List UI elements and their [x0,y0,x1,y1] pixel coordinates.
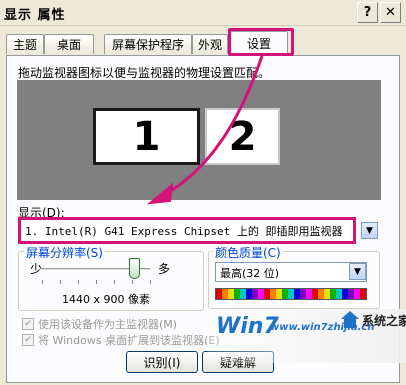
extend-desktop-label: 将 Windows 桌面扩展到该监视器(E) [38,334,220,347]
slider-ticks [42,280,152,285]
resolution-value: 1440 x 900 像素 [62,293,150,306]
primary-monitor-label: 使用该设备作为主监视器(M) [38,318,178,331]
chevron-down-icon: ▼ [366,225,373,236]
primary-monitor-checkbox-row[interactable]: ✔ 使用该设备作为主监视器(M) [22,316,177,332]
display-value: 1. Intel(R) G41 Express Chipset 上的 即插即用监… [25,224,343,238]
tab-themes[interactable]: 主题 [6,34,44,54]
watermark-name: 系统之家 [362,314,406,328]
instruction-text: 拖动监视器图标以便与监视器的物理设置匹配。 [18,66,271,80]
resolution-more-label: 多 [158,262,171,276]
tab-appearance[interactable]: 外观 [192,34,228,54]
color-quality-select[interactable]: 最高(32 位) [215,262,367,282]
color-dropdown-button[interactable]: ▼ [349,263,366,280]
checkbox[interactable]: ✔ [22,334,34,346]
window-title: 显示 属性 [4,8,66,23]
extend-desktop-checkbox-row[interactable]: ✔ 将 Windows 桌面扩展到该监视器(E) [22,332,220,348]
close-button[interactable]: ✕ [380,2,401,23]
resolution-title: 屏幕分辨率(S) [24,244,105,261]
tab-screensaver[interactable]: 屏幕保护程序 [104,34,192,54]
monitor-2[interactable]: 2 [205,108,280,165]
house-logo-icon [341,311,359,328]
display-dropdown-button[interactable]: ▼ [361,222,378,239]
display-select[interactable]: 1. Intel(R) G41 Express Chipset 上的 即插即用监… [18,217,356,244]
tab-highlight-annotation [228,28,294,56]
resolution-slider-thumb[interactable] [129,258,140,279]
chevron-down-icon: ▼ [354,266,361,277]
tab-strip: 主题 桌面 屏幕保护程序 外观 设置 [6,31,400,56]
tab-desktop[interactable]: 桌面 [44,34,94,54]
help-button[interactable]: ? [357,2,378,23]
color-spectrum-bar [215,288,367,300]
checkbox[interactable]: ✔ [22,318,34,330]
title-bar: 显示 属性 ? ✕ [0,0,406,26]
color-quality-value: 最高(32 位) [220,267,280,280]
color-quality-title: 颜色质量(C) [213,244,283,261]
monitor-1[interactable]: 1 [93,108,200,165]
identify-button[interactable]: 识别(I) [126,351,198,373]
